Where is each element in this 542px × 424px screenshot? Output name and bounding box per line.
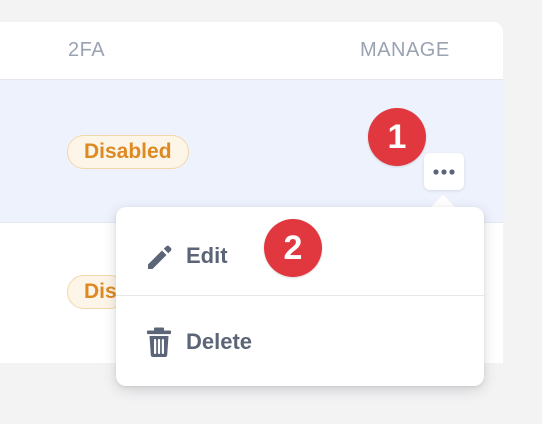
step-marker-1: 1	[368, 108, 426, 166]
column-header-2fa: 2FA	[68, 39, 106, 61]
trash-icon	[147, 327, 171, 357]
table-row: Disabled	[0, 80, 503, 223]
menu-item-delete[interactable]: Delete	[116, 299, 484, 385]
twofa-status-badge: Disabled	[67, 135, 189, 169]
menu-item-label: Delete	[186, 329, 253, 354]
column-header-manage: MANAGE	[360, 39, 450, 61]
table-header: 2FA MANAGE	[0, 22, 503, 80]
pencil-icon	[148, 245, 172, 269]
menu-divider	[116, 295, 484, 296]
ellipsis-icon	[433, 168, 455, 175]
step-marker-2: 2	[264, 219, 322, 277]
row-actions-button[interactable]	[424, 153, 464, 190]
menu-item-label: Edit	[186, 243, 228, 268]
